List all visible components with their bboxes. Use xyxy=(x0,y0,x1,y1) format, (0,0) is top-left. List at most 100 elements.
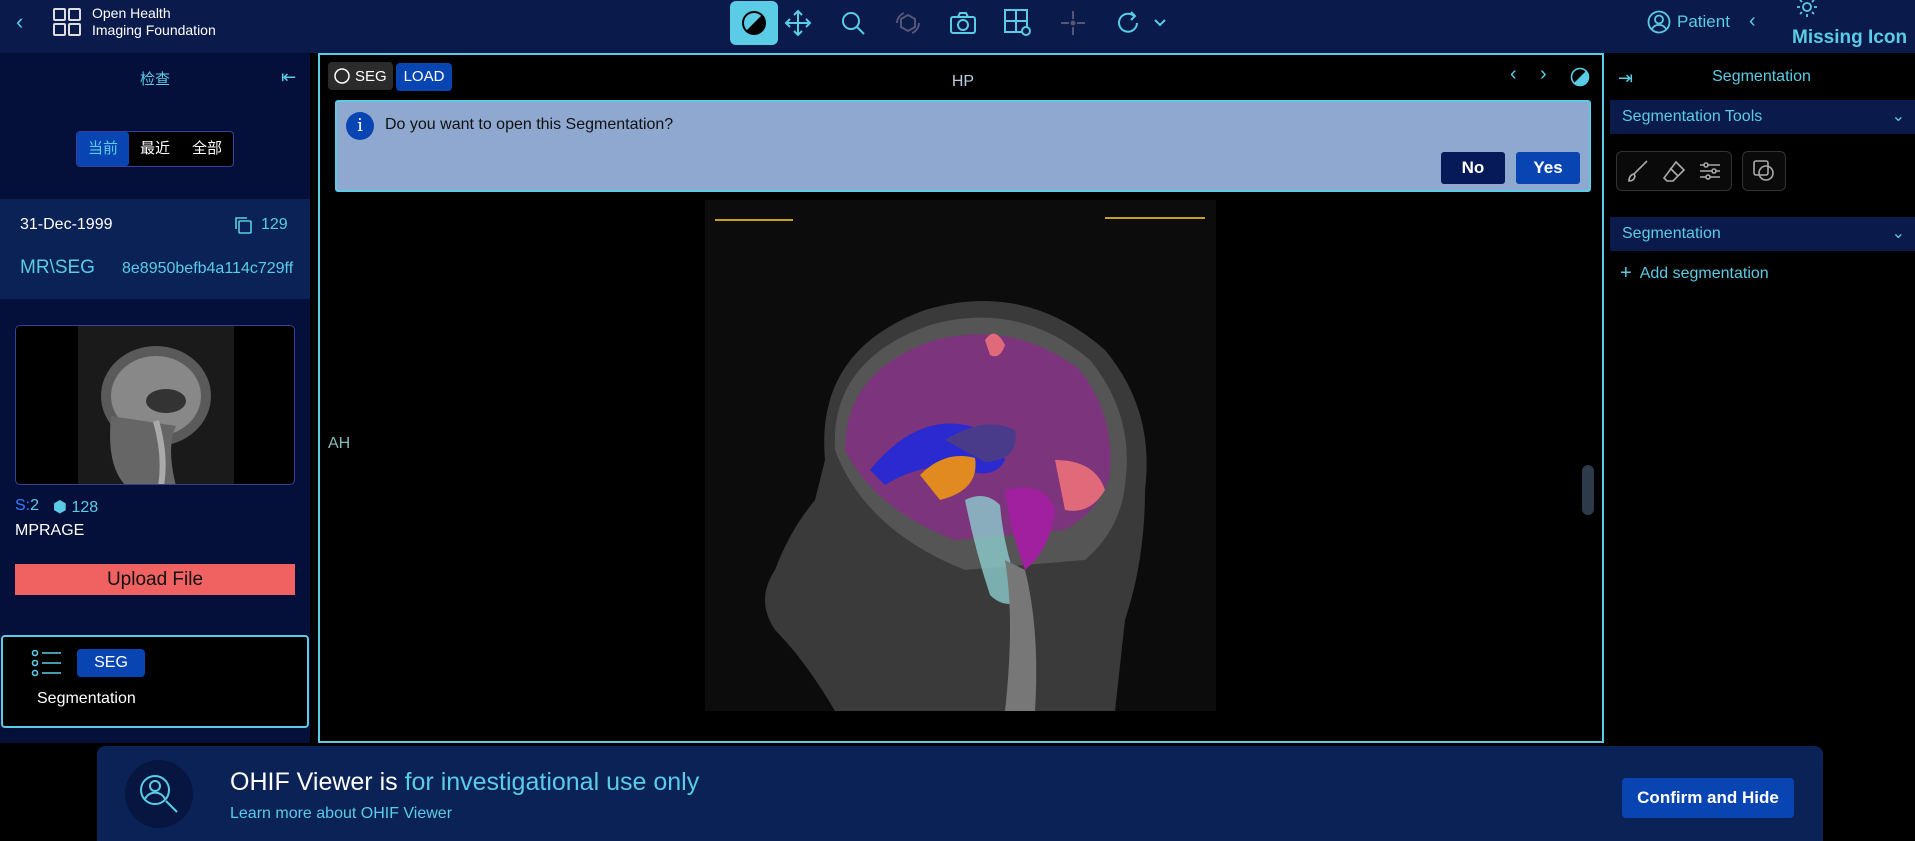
chevron-down-icon xyxy=(1154,19,1166,27)
panel-title: Segmentation xyxy=(1712,68,1811,85)
add-segmentation-button[interactable]: + Add segmentation xyxy=(1620,262,1769,285)
series-number-value: 2 xyxy=(30,497,40,514)
shapes-tool-group xyxy=(1742,151,1786,191)
brush-icon[interactable] xyxy=(1625,158,1651,184)
banner-message: OHIF Viewer is for investigational use o… xyxy=(230,768,699,797)
study-modalities: MR\SEG xyxy=(20,257,95,278)
dialog-message: Do you want to open this Segmentation? xyxy=(385,116,674,133)
series-description: MPRAGE xyxy=(15,522,85,539)
rotate-3d-tool-button[interactable] xyxy=(884,1,932,45)
settings-area[interactable]: Missing Icon xyxy=(1782,0,1915,53)
orientation-marker-left: AH xyxy=(328,435,351,452)
crosshairs-tool-button[interactable] xyxy=(1049,1,1097,45)
seg-badge: SEG xyxy=(77,649,145,677)
reset-tool-button[interactable] xyxy=(1104,1,1152,45)
move-icon xyxy=(784,9,812,37)
layout-settings-icon xyxy=(1004,9,1031,36)
accordion-label: Segmentation xyxy=(1622,225,1721,242)
instance-count: 129 xyxy=(233,215,288,235)
investigator-icon xyxy=(140,775,178,813)
mri-image[interactable] xyxy=(705,200,1216,711)
top-header: ‹ Open Health Imaging Foundation Patient… xyxy=(0,0,1915,53)
user-icon xyxy=(1647,10,1671,34)
logo-line-1: Open Health xyxy=(92,5,171,21)
refresh-icon xyxy=(1118,11,1138,33)
logo-text: Open Health Imaging Foundation xyxy=(92,5,216,39)
eraser-icon[interactable] xyxy=(1661,158,1687,184)
more-tools-dropdown[interactable] xyxy=(1150,1,1170,45)
collapse-panel-icon[interactable]: ⇤ xyxy=(281,67,296,88)
patient-label: Patient xyxy=(1677,12,1730,31)
series-instances: ⬢ 128 xyxy=(53,497,98,517)
cube-icon: ⬢ xyxy=(53,499,67,516)
magnifier-person-icon xyxy=(125,760,193,828)
tab-current[interactable]: 当前 xyxy=(77,132,129,166)
contrast-icon xyxy=(742,11,766,35)
back-chevron-icon[interactable]: ‹ xyxy=(16,10,36,34)
confirm-and-hide-button[interactable]: Confirm and Hide xyxy=(1622,778,1794,818)
study-date: 31-Dec-1999 xyxy=(20,216,113,233)
segmentation-tools-accordion[interactable]: Segmentation Tools ⌄ xyxy=(1610,100,1915,134)
shapes-icon[interactable] xyxy=(1751,158,1777,184)
panel-title: 检查 xyxy=(139,71,170,88)
mri-sagittal-image xyxy=(705,200,1216,711)
investigational-use-banner: OHIF Viewer is for investigational use o… xyxy=(97,746,1823,841)
yes-button[interactable]: Yes xyxy=(1516,152,1580,184)
no-button[interactable]: No xyxy=(1441,152,1505,184)
accordion-label: Segmentation Tools xyxy=(1622,108,1763,125)
main-viewport[interactable]: SEG LOAD HP AH ‹ › i Do you want to open… xyxy=(318,53,1604,743)
zoom-icon xyxy=(842,12,865,35)
series-number: S:2 xyxy=(15,497,39,517)
tab-all[interactable]: 全部 xyxy=(181,132,233,166)
segmentation-tool-group xyxy=(1616,151,1786,191)
list-icon xyxy=(31,649,61,677)
add-segmentation-label: Add segmentation xyxy=(1639,264,1769,282)
slice-scrollbar[interactable] xyxy=(1582,465,1594,515)
viewport-contrast-icon[interactable] xyxy=(1570,67,1590,87)
cube-rotate-icon xyxy=(896,12,920,34)
capture-tool-button[interactable] xyxy=(939,1,987,45)
next-slice-chevron-icon[interactable]: › xyxy=(1540,63,1547,86)
banner-highlight: for investigational use only xyxy=(404,768,700,796)
learn-more-link[interactable]: Learn more about OHIF Viewer xyxy=(230,805,452,823)
open-segmentation-dialog: i Do you want to open this Segmentation?… xyxy=(335,100,1591,192)
camera-icon xyxy=(950,12,976,34)
study-item[interactable]: 31-Dec-1999 129 MR\SEG 8e8950befb4a114c7… xyxy=(0,199,310,299)
seg-card-label: Segmentation xyxy=(37,690,136,707)
plus-icon: + xyxy=(1620,262,1632,284)
study-browser-panel: 检查 ⇤ 当前 最近 全部 31-Dec-1999 129 MR\SEG 8e8… xyxy=(0,53,310,743)
study-filter-tabs: 当前 最近 全部 xyxy=(76,131,234,167)
segmentation-series-card[interactable]: SEG Segmentation xyxy=(1,635,309,728)
zoom-tool-button[interactable] xyxy=(829,1,877,45)
series-label: S: xyxy=(15,497,31,514)
brush-tool-group xyxy=(1616,151,1732,191)
series-info: S:2 ⬢ 128 xyxy=(15,497,98,517)
missing-icon-text: Missing Icon xyxy=(1792,27,1908,48)
previous-slice-chevron-icon[interactable]: ‹ xyxy=(1510,63,1517,86)
segmentation-list-accordion[interactable]: Segmentation ⌄ xyxy=(1610,217,1915,251)
info-icon: i xyxy=(346,112,374,140)
tab-recent[interactable]: 最近 xyxy=(129,132,181,166)
banner-prefix: OHIF Viewer is xyxy=(230,768,405,796)
pan-tool-button[interactable] xyxy=(774,1,822,45)
upload-file-button[interactable]: Upload File xyxy=(15,564,295,595)
chevron-left-icon[interactable]: ‹ xyxy=(1749,10,1756,33)
threshold-icon[interactable] xyxy=(1697,158,1723,184)
window-level-tool-button[interactable] xyxy=(730,1,778,45)
mri-thumbnail-image xyxy=(78,326,234,484)
orientation-marker-top: HP xyxy=(951,73,975,90)
crosshair-icon xyxy=(1061,11,1085,35)
layout-tool-button[interactable] xyxy=(994,1,1042,45)
gear-icon xyxy=(1797,0,1817,17)
chevron-down-icon: ⌄ xyxy=(1891,108,1905,125)
series-thumbnail[interactable] xyxy=(15,325,295,485)
series-instances-value: 128 xyxy=(71,499,99,516)
study-uid: 8e8950befb4a114c729ff xyxy=(122,260,294,277)
chevron-down-icon: ⌄ xyxy=(1891,225,1905,242)
patient-info-toggle[interactable]: Patient xyxy=(1647,10,1730,34)
segmentation-panel: ⇥ Segmentation Segmentation Tools ⌄ Segm… xyxy=(1608,53,1915,743)
ohif-logo-icon xyxy=(53,8,81,36)
instance-count-value: 129 xyxy=(261,216,288,233)
logo-line-2: Imaging Foundation xyxy=(92,22,216,38)
stack-icon xyxy=(235,217,252,234)
